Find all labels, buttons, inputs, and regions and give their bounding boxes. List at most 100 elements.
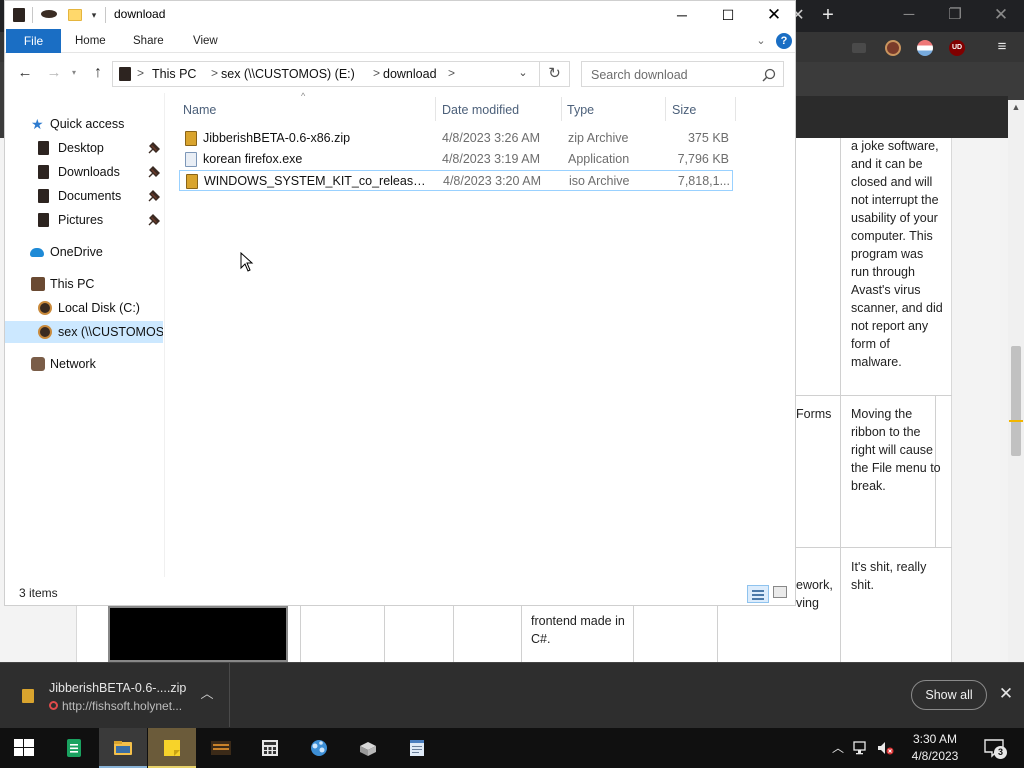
folder-icon — [38, 189, 49, 203]
pin-icon[interactable] — [147, 213, 161, 227]
breadcrumb-separator[interactable]: > — [211, 66, 218, 80]
large-icons-view-icon[interactable] — [773, 586, 787, 598]
browser-restore-button[interactable]: ❐ — [932, 0, 978, 30]
file-row[interactable]: korean firefox.exe 4/8/2023 3:19 AM Appl… — [179, 149, 733, 170]
search-input[interactable] — [591, 66, 756, 83]
address-bar[interactable]: > This PC > sex (\\CUSTOMOS) (E:) > down… — [112, 61, 540, 87]
column-header-type[interactable]: Type — [567, 101, 594, 119]
search-icon[interactable] — [762, 68, 776, 82]
browser-close-button[interactable]: ✕ — [978, 0, 1024, 30]
nav-item-label: Quick access — [50, 117, 125, 131]
back-arrow-icon[interactable]: ← — [14, 63, 36, 83]
breadcrumb-download[interactable]: download — [383, 67, 437, 81]
network-drive-icon — [38, 325, 52, 339]
volume-muted-icon[interactable] — [876, 739, 894, 757]
nav-item-local-disk[interactable]: Local Disk (C:) — [5, 297, 163, 319]
action-center-button[interactable]: 3 — [982, 736, 1007, 760]
close-download-bar-icon[interactable]: ✕ — [996, 684, 1016, 704]
table-cell-description: frontend made in C#. — [531, 614, 625, 646]
nav-item-pictures[interactable]: Pictures — [5, 209, 163, 231]
taskbar-file-explorer[interactable] — [99, 728, 147, 768]
search-box[interactable] — [581, 61, 784, 87]
pin-icon[interactable] — [147, 165, 161, 179]
start-windows-icon[interactable] — [0, 728, 48, 768]
show-hidden-icons-chevron-icon[interactable]: ︿ — [830, 738, 846, 758]
item-count: 3 items — [19, 586, 58, 600]
nav-item-network-drive[interactable]: sex (\\CUSTOMOS) (E:) — [5, 321, 163, 343]
recent-locations-chevron-icon[interactable]: ▾ — [68, 63, 80, 83]
taskbar-sticky-notes[interactable] — [148, 728, 196, 768]
file-row[interactable]: JibberishBETA-0.6-x86.zip 4/8/2023 3:26 … — [179, 128, 733, 149]
new-folder-icon[interactable] — [68, 9, 82, 21]
profile-avatar-icon[interactable] — [885, 40, 901, 56]
nav-item-label: Network — [50, 357, 96, 371]
scroll-up-arrow-icon[interactable]: ▲ — [1008, 100, 1024, 114]
nav-item-network[interactable]: Network — [5, 353, 163, 375]
breadcrumb-drive[interactable]: sex (\\CUSTOMOS) (E:) — [221, 67, 355, 81]
flag-extension-icon[interactable] — [917, 40, 933, 56]
table-divider — [384, 606, 385, 662]
address-history-chevron-icon[interactable]: ⌄ — [515, 66, 531, 79]
details-view-icon[interactable] — [747, 585, 769, 603]
new-tab-button[interactable]: + — [816, 3, 840, 27]
minimize-button[interactable]: ─ — [659, 1, 705, 29]
nav-item-documents[interactable]: Documents — [5, 185, 163, 207]
properties-icon[interactable] — [41, 10, 57, 18]
nav-item-downloads[interactable]: Downloads — [5, 161, 163, 183]
browser-minimize-button[interactable]: ─ — [886, 0, 932, 30]
up-arrow-icon[interactable]: ↑ — [87, 63, 109, 83]
clock-date: 4/8/2023 — [911, 749, 959, 763]
pin-icon[interactable] — [147, 141, 161, 155]
file-type: iso Archive — [569, 174, 630, 188]
screenshot-thumbnail[interactable] — [108, 606, 288, 662]
tab-view[interactable]: View — [193, 29, 218, 53]
column-header-size[interactable]: Size — [672, 101, 696, 119]
clock-time: 3:30 AM — [912, 732, 958, 746]
refresh-icon[interactable]: ↻ — [540, 61, 570, 87]
customize-toolbar-chevron-icon[interactable]: ▾ — [88, 7, 100, 21]
taskbar-installer[interactable] — [344, 728, 392, 768]
download-options-chevron-icon[interactable]: ︿ — [198, 685, 216, 703]
column-resize-handle[interactable] — [665, 97, 666, 121]
help-icon[interactable]: ? — [776, 33, 792, 49]
ublock-extension-icon[interactable]: UD — [949, 40, 965, 56]
nav-item-desktop[interactable]: Desktop — [5, 137, 163, 159]
breadcrumb-separator[interactable]: > — [137, 66, 144, 80]
extension-icon[interactable] — [852, 43, 866, 53]
close-button[interactable]: ✕ — [751, 1, 797, 29]
taskbar-notepad[interactable] — [393, 728, 441, 768]
breadcrumb-separator[interactable]: > — [373, 66, 380, 80]
taskbar-calculator[interactable] — [246, 728, 294, 768]
taskbar-media-app[interactable] — [197, 728, 245, 768]
maximize-button[interactable]: ☐ — [705, 1, 751, 29]
expand-ribbon-chevron-icon[interactable]: ⌄ — [753, 32, 769, 50]
column-header-name[interactable]: Name — [183, 101, 216, 119]
taskbar: ︿ 3:30 AM 4/8/2023 3 — [0, 728, 1024, 768]
column-resize-handle[interactable] — [561, 97, 562, 121]
column-resize-handle[interactable] — [435, 97, 436, 121]
show-all-button[interactable]: Show all — [911, 680, 987, 710]
taskbar-spreadsheet-app[interactable] — [50, 728, 98, 768]
pin-icon[interactable] — [147, 189, 161, 203]
breadcrumb-separator[interactable]: > — [448, 66, 455, 80]
column-resize-handle[interactable] — [735, 97, 736, 121]
scrollbar-thumb[interactable] — [1011, 346, 1021, 456]
tab-file[interactable]: File — [6, 29, 61, 53]
taskbar-network-app[interactable] — [295, 728, 343, 768]
cloud-icon — [30, 248, 44, 257]
nav-item-onedrive[interactable]: OneDrive — [5, 241, 163, 263]
nav-item-this-pc[interactable]: This PC — [5, 273, 163, 295]
column-header-date-modified[interactable]: Date modified — [442, 101, 519, 119]
network-status-icon[interactable] — [852, 739, 870, 757]
window-title: download — [114, 7, 166, 21]
system-clock[interactable]: 3:30 AM 4/8/2023 — [900, 731, 970, 765]
download-item[interactable]: JibberishBETA-0.6-....zip http://fishsof… — [0, 663, 230, 727]
tab-share[interactable]: Share — [133, 29, 164, 53]
breadcrumb-this-pc[interactable]: This PC — [152, 67, 196, 81]
explorer-app-icon[interactable] — [13, 8, 25, 22]
file-row[interactable]: WINDOWS_SYSTEM_KIT_co_release.iso 4/8/20… — [179, 170, 733, 191]
browser-menu-icon[interactable]: ≡ — [992, 37, 1012, 57]
tab-home[interactable]: Home — [75, 29, 106, 53]
forward-arrow-icon[interactable]: → — [43, 63, 65, 83]
nav-item-quick-access[interactable]: ★ Quick access — [5, 113, 163, 135]
